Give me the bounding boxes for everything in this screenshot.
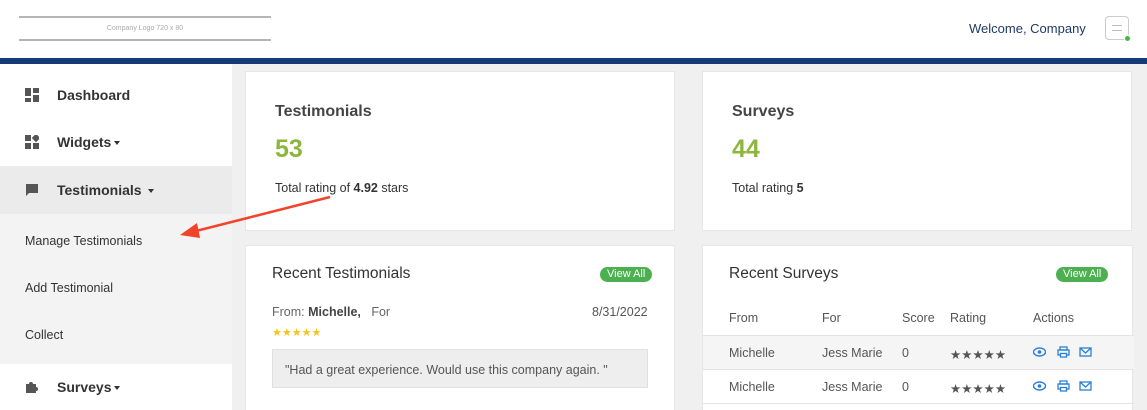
sidebar-item-testimonials[interactable]: Testimonials (0, 166, 232, 214)
testimonials-count: 53 (275, 135, 303, 163)
print-icon[interactable] (1057, 380, 1070, 392)
card-title: Recent Surveys (729, 265, 839, 282)
testimonials-submenu: Manage Testimonials Add Testimonial Coll… (0, 214, 232, 364)
view-all-button[interactable]: View All (1056, 267, 1109, 282)
email-icon[interactable] (1079, 346, 1092, 358)
welcome-text[interactable]: Welcome, Company (969, 21, 1086, 36)
cell-for: Jess Marie (822, 380, 883, 394)
recent-testimonials-card: Recent Testimonials View All From: Miche… (245, 245, 675, 410)
sidebar-item-label: Testimonials (57, 182, 142, 198)
cell-from: Michelle (729, 346, 775, 360)
cell-score: 0 (902, 380, 909, 394)
widgets-icon (25, 135, 39, 149)
sidebar: Dashboard Widgets Testimonials Manage Te… (0, 64, 232, 410)
email-icon[interactable] (1079, 380, 1092, 392)
cell-for: Jess Marie (822, 346, 883, 360)
dashboard-icon (25, 88, 39, 102)
cell-rating: ★★★★★ (950, 382, 1007, 396)
table-row (703, 403, 1134, 410)
avatar[interactable] (1105, 16, 1131, 42)
cell-rating: ★★★★★ (950, 348, 1007, 362)
puzzle-icon (26, 382, 38, 393)
testimonial-date: 8/31/2022 (592, 305, 648, 319)
surveys-rating-text: Total rating 5 (732, 181, 804, 195)
rating-prefix: Total rating (732, 181, 797, 195)
rating-value: 4.92 (353, 181, 378, 195)
star-rating: ★★★★★ (272, 327, 322, 339)
testimonials-rating-text: Total rating of 4.92 stars (275, 181, 408, 195)
submenu-item-add-testimonial[interactable]: Add Testimonial (25, 281, 113, 295)
surveys-stat-card: Surveys 44 Total rating 5 (702, 71, 1132, 231)
rating-suffix: stars (377, 181, 409, 195)
testimonials-stat-card: Testimonials 53 Total rating of 4.92 sta… (245, 71, 675, 231)
sidebar-item-label: Widgets (57, 134, 112, 150)
submenu-item-collect[interactable]: Collect (25, 328, 63, 342)
rating-value: 5 (796, 181, 804, 195)
card-title: Recent Testimonials (272, 265, 411, 282)
surveys-count: 44 (732, 135, 760, 163)
column-header-for: For (822, 311, 841, 325)
top-header: Company Logo 720 x 80 Welcome, Company (0, 0, 1147, 58)
view-eye-icon[interactable] (1033, 380, 1046, 392)
sidebar-item-surveys[interactable]: Surveys (0, 363, 232, 410)
testimonial-from-line: From: Michelle, For (272, 305, 390, 319)
column-header-rating: Rating (950, 311, 987, 325)
from-name: Michelle, (308, 305, 361, 319)
sidebar-item-dashboard[interactable]: Dashboard (0, 71, 232, 119)
table-row: Michelle Jess Marie 0 ★★★★★ (703, 335, 1134, 369)
cell-from: Michelle (729, 380, 775, 394)
avatar-placeholder-icon (1112, 25, 1122, 31)
chevron-down-icon (114, 386, 121, 391)
cell-score: 0 (902, 346, 909, 360)
view-all-button[interactable]: View All (600, 267, 653, 282)
recent-surveys-card: Recent Surveys View All From For Score R… (702, 245, 1134, 410)
sidebar-item-widgets[interactable]: Widgets (0, 118, 232, 166)
online-status-icon (1124, 35, 1131, 42)
sidebar-item-label: Dashboard (57, 87, 131, 103)
column-header-from: From (729, 311, 759, 325)
company-logo[interactable]: Company Logo 720 x 80 (19, 16, 271, 41)
submenu-item-manage-testimonials[interactable]: Manage Testimonials (25, 234, 142, 248)
sidebar-item-label: Surveys (57, 379, 112, 395)
from-label: From: (272, 305, 309, 319)
for-label: For (371, 305, 391, 319)
card-title: Testimonials (275, 103, 372, 120)
chat-icon (26, 184, 38, 196)
column-header-score: Score (902, 311, 935, 325)
rating-prefix: Total rating of (275, 181, 354, 195)
view-eye-icon[interactable] (1033, 346, 1046, 358)
table-row: Michelle Jess Marie 0 ★★★★★ (703, 369, 1134, 403)
print-icon[interactable] (1057, 346, 1070, 358)
chevron-down-icon (148, 189, 155, 194)
card-title: Surveys (732, 103, 795, 120)
testimonial-quote: "Had a great experience. Would use this … (272, 349, 648, 388)
chevron-down-icon (114, 141, 121, 146)
logo-placeholder-text: Company Logo 720 x 80 (106, 25, 184, 32)
column-header-actions: Actions (1033, 311, 1074, 325)
